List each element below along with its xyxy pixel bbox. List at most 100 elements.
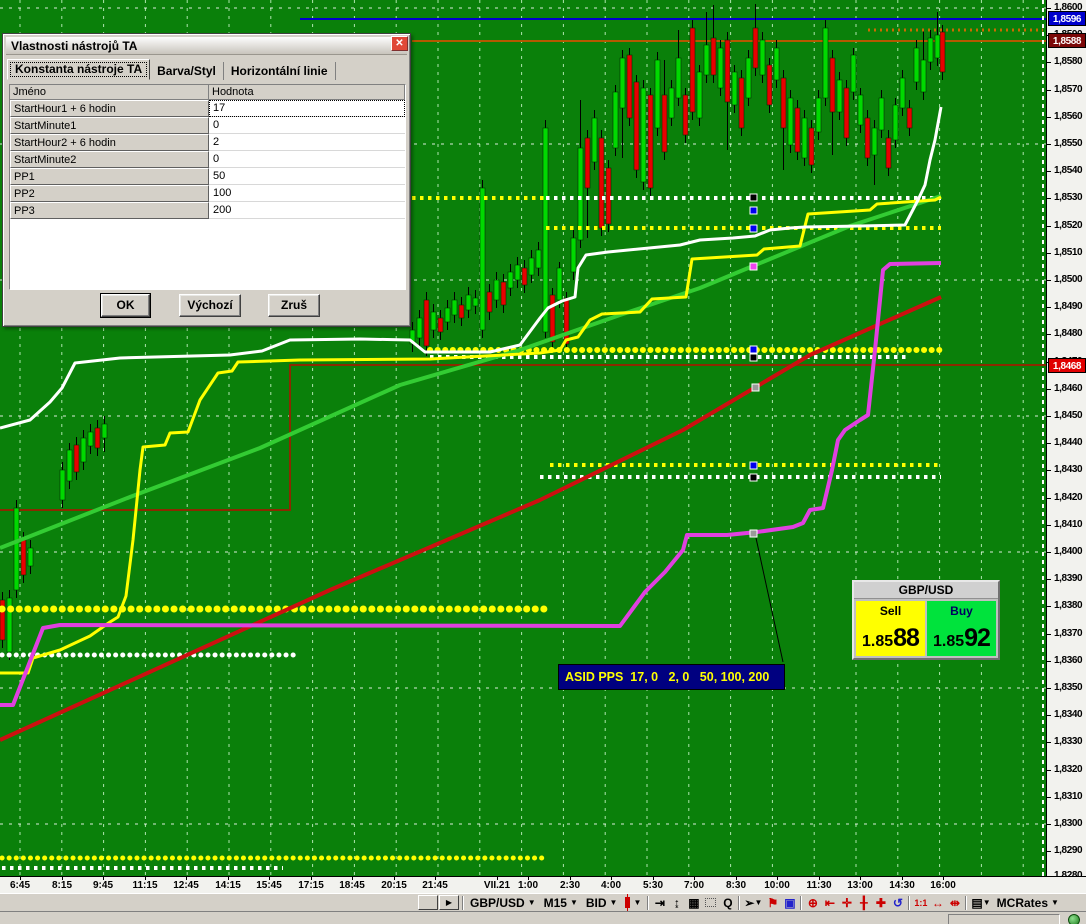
candle-body	[451, 299, 458, 316]
price-label: 1,8370	[1054, 628, 1083, 639]
time-label: 2:30	[559, 880, 581, 891]
price-label: 1,8380	[1054, 600, 1083, 611]
param-value-field[interactable]: 100	[209, 185, 405, 202]
chevron-down-icon: ▼	[569, 898, 578, 907]
axis-tick	[1047, 552, 1051, 553]
axis-tick	[1047, 198, 1051, 199]
tab-konstanta-n-stroje-ta[interactable]: Konstanta nástroje TA	[7, 59, 151, 80]
crosshair-icon[interactable]: ✛	[838, 894, 856, 911]
constants-table: Jméno Hodnota StartHour1 + 6 hodin 17 Star…	[9, 84, 406, 290]
arrows-contract-icon[interactable]: ⇹	[946, 894, 964, 911]
axis-tick	[1047, 280, 1051, 281]
price-label: 1,8580	[1054, 56, 1083, 67]
table-row: StartHour1 + 6 hodin 17	[10, 100, 405, 117]
timeframe-dropdown[interactable]: M15 ▼	[540, 896, 582, 910]
selection-handle	[749, 461, 758, 470]
param-value-field[interactable]: 50	[209, 168, 405, 185]
time-label: 11:15	[132, 880, 158, 891]
rates-source-dropdown[interactable]: MCRates ▼	[993, 896, 1063, 910]
price-label: 1,8330	[1054, 736, 1083, 747]
price-label: 1,8480	[1054, 328, 1083, 339]
candle-body	[423, 299, 430, 347]
candle-body	[927, 37, 934, 63]
buy-button[interactable]: Buy 1.8592	[927, 601, 996, 656]
candle-body	[27, 547, 34, 567]
price-label: 1,8350	[1054, 682, 1083, 693]
param-value-field[interactable]: 200	[209, 202, 405, 219]
zoom-fit-icon[interactable]: ⇤	[821, 894, 839, 911]
candle-body	[899, 77, 906, 109]
candle-body	[626, 54, 633, 119]
axis-tick	[1047, 389, 1051, 390]
tab-horizont-ln-linie[interactable]: Horizontální linie	[224, 62, 336, 80]
quote-q-icon[interactable]: Q	[719, 894, 737, 911]
chevron-down-icon: ▼	[982, 898, 991, 907]
chart-style-dropdown[interactable]: ▼	[621, 894, 645, 911]
marquee-icon	[705, 898, 717, 907]
table-row: StartMinute1 0	[10, 117, 405, 134]
axis-tick	[1047, 144, 1051, 145]
pointer-icon[interactable]: ➢ ▼	[742, 894, 765, 911]
sell-button[interactable]: Sell 1.8588	[856, 601, 925, 656]
ok-button[interactable]: OK	[100, 293, 151, 318]
arrows-expand-icon[interactable]: ↔	[929, 894, 947, 911]
page-setup-icon[interactable]: ▤ ▼	[969, 894, 993, 911]
price-type-dropdown-label: BID	[585, 895, 607, 910]
candle-body	[521, 267, 528, 286]
candle-body	[640, 87, 647, 183]
candle-body	[479, 187, 486, 331]
price-type-dropdown[interactable]: BID ▼	[582, 896, 622, 910]
param-value-field[interactable]: 0	[209, 117, 405, 134]
grid-icon[interactable]: ▦	[685, 894, 703, 911]
tab-barva-styl[interactable]: Barva/Styl	[150, 62, 224, 80]
axis-tick	[1047, 117, 1051, 118]
close-icon[interactable]: ✕	[391, 36, 408, 51]
param-value-field[interactable]: 2	[209, 134, 405, 151]
marquee-icon[interactable]	[702, 894, 720, 911]
candle-body	[766, 64, 773, 106]
selection-handle	[749, 206, 758, 215]
scroll-forward-button[interactable]: ▶	[439, 895, 459, 910]
axis-tick	[1047, 416, 1051, 417]
fit-height-icon[interactable]: ↨	[668, 894, 686, 911]
chevron-down-icon: ▼	[527, 898, 536, 907]
time-label: 20:15	[381, 880, 407, 891]
dialog-button-row: OK Výchozí Zruš	[3, 293, 410, 318]
layout-squares-icon[interactable]: ▣	[781, 894, 799, 911]
dialog-titlebar[interactable]: Vlastnosti nástrojů TA	[6, 37, 407, 55]
param-value-field[interactable]: 0	[209, 151, 405, 168]
sell-price: 1.8588	[862, 624, 920, 652]
goto-end-icon[interactable]: ⇥	[651, 894, 669, 911]
price-axis: 1,86001,85901,85801,85701,85601,85501,85…	[1046, 0, 1086, 876]
candle-body	[717, 47, 724, 89]
candle-body	[598, 137, 605, 229]
table-row: PP3 200	[10, 202, 405, 219]
param-value-field[interactable]: 17	[209, 100, 405, 117]
candle-body	[871, 127, 878, 156]
time-label: 13:00	[847, 880, 873, 891]
cancel-button[interactable]: Zruš	[268, 294, 320, 317]
zoom-in-icon[interactable]: ⊕	[804, 894, 822, 911]
axis-tick	[1047, 498, 1051, 499]
asid-pps-tooltip: ASID PPS 17, 0 2, 0 50, 100, 200	[558, 664, 785, 690]
one-to-one-icon[interactable]: 1:1	[912, 894, 930, 911]
symbol-dropdown-label: GBP/USD	[470, 895, 525, 910]
table-header: Jméno Hodnota	[10, 85, 405, 100]
scroll-blank-button[interactable]	[418, 895, 438, 910]
double-crosshair-icon[interactable]: ╂	[855, 894, 873, 911]
default-button[interactable]: Výchozí	[179, 294, 241, 317]
candle-body	[584, 137, 591, 189]
plus-red-icon[interactable]: ✚	[872, 894, 890, 911]
price-highlight-badge: 1,8596	[1048, 11, 1086, 26]
ta-properties-dialog: Vlastnosti nástrojů TA ✕ Konstanta nástr…	[2, 33, 411, 327]
rotate-icon[interactable]: ↺	[889, 894, 907, 911]
axis-tick	[1047, 90, 1051, 91]
candle-body	[472, 297, 479, 307]
step-magenta	[0, 261, 942, 707]
candle-body	[689, 27, 696, 113]
symbol-dropdown[interactable]: GBP/USD ▼	[466, 896, 540, 910]
candle-body	[465, 294, 472, 311]
candle-body	[934, 34, 941, 59]
pin-icon[interactable]: ⚑	[764, 894, 782, 911]
time-label: 8:15	[51, 880, 73, 891]
